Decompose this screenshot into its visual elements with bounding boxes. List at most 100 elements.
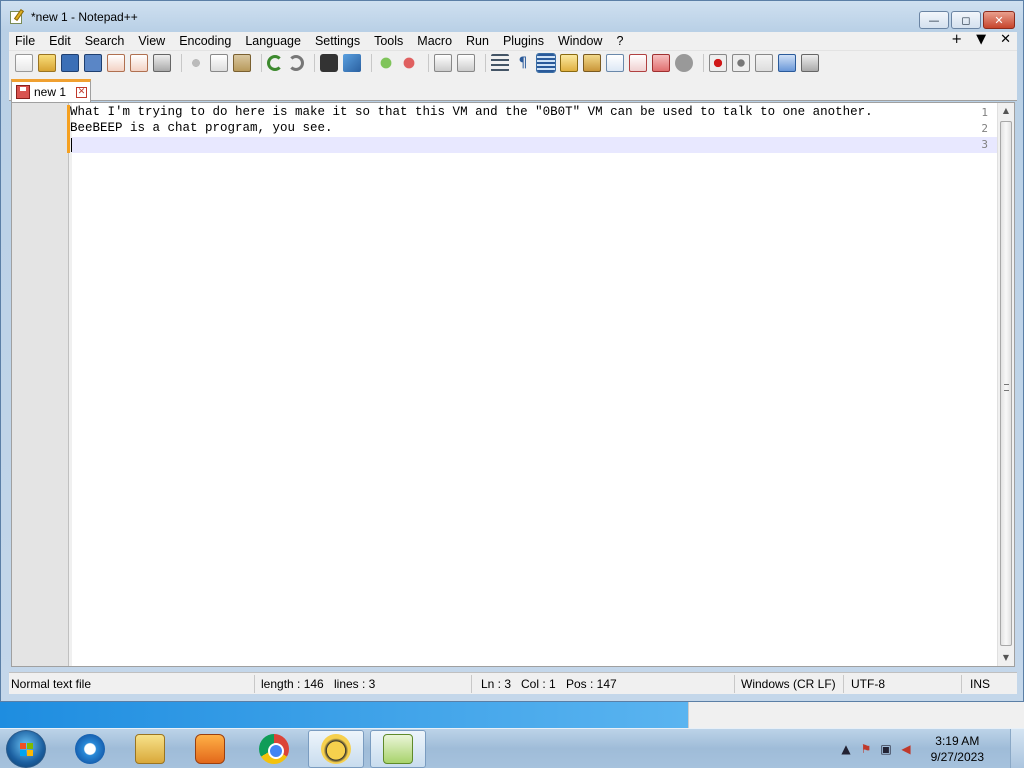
menu-macro[interactable]: Macro: [417, 34, 452, 48]
vertical-scrollbar[interactable]: ▲ ▼: [997, 103, 1014, 666]
menu-window[interactable]: Window: [558, 34, 602, 48]
menu-run[interactable]: Run: [466, 34, 489, 48]
title-bar[interactable]: *new 1 - Notepad++ — ◻ ✕: [1, 1, 1023, 33]
fold-margin[interactable]: [69, 103, 72, 666]
close-all-icon[interactable]: [130, 54, 148, 72]
print-icon[interactable]: [153, 54, 171, 72]
beebeep-icon: [321, 734, 351, 764]
sync-vertical-icon[interactable]: [434, 54, 452, 72]
menu-view[interactable]: View: [138, 34, 165, 48]
tab-close-icon[interactable]: ✕: [76, 86, 88, 98]
toolbar-separator: [181, 54, 182, 72]
menu-encoding[interactable]: Encoding: [179, 34, 231, 48]
menu-settings[interactable]: Settings: [315, 34, 360, 48]
user-language-icon[interactable]: [560, 54, 578, 72]
save-all-icon[interactable]: [84, 54, 102, 72]
doc-map-icon[interactable]: [583, 54, 601, 72]
maximize-button[interactable]: ◻: [951, 11, 981, 29]
close-document-button[interactable]: ✕: [1000, 32, 1011, 47]
taskbar-windows-explorer[interactable]: [122, 730, 178, 768]
system-tray: ▲ ⚑ ▣ ◀ 3:19 AM 9/27/2023: [834, 729, 1024, 768]
sync-horizontal-icon[interactable]: [457, 54, 475, 72]
menu-file[interactable]: File: [15, 34, 35, 48]
word-wrap-icon[interactable]: [491, 54, 509, 72]
show-desktop-button[interactable]: [1010, 729, 1024, 768]
status-length: length : 146: [261, 677, 324, 691]
current-line-highlight: [72, 137, 998, 153]
taskbar-notepad-plus-plus[interactable]: [370, 730, 426, 768]
notepad-plus-plus-icon: [383, 734, 413, 764]
line-number: 1: [981, 106, 988, 119]
record-macro-icon[interactable]: [709, 54, 727, 72]
menu-edit[interactable]: Edit: [49, 34, 71, 48]
menu-plugins[interactable]: Plugins: [503, 34, 544, 48]
status-insert-mode[interactable]: INS: [970, 677, 990, 691]
editor-line[interactable]: What I'm trying to do here is make it so…: [70, 105, 873, 119]
minimize-button[interactable]: —: [919, 11, 949, 29]
line-number: 2: [981, 122, 988, 135]
zoom-out-icon[interactable]: [400, 54, 418, 72]
show-hidden-icons-chevron-icon[interactable]: ▲: [838, 741, 854, 757]
close-button[interactable]: ✕: [983, 11, 1015, 29]
toolbar-separator: [261, 54, 262, 72]
undo-icon[interactable]: [267, 55, 283, 71]
new-tab-plus-button[interactable]: +: [951, 32, 962, 47]
menu-tools[interactable]: Tools: [374, 34, 403, 48]
indent-guide-icon[interactable]: [536, 53, 556, 73]
replace-icon[interactable]: [343, 54, 361, 72]
tab-list-dropdown-button[interactable]: ▼: [976, 32, 986, 47]
action-center-flag-icon[interactable]: ⚑: [858, 741, 874, 757]
line-number-gutter: [12, 103, 69, 666]
volume-muted-icon[interactable]: ◀: [898, 741, 914, 757]
line-number: 3: [981, 138, 988, 151]
status-encoding[interactable]: UTF-8: [851, 677, 885, 691]
taskbar-chrome[interactable]: [246, 730, 302, 768]
find-icon[interactable]: [320, 54, 338, 72]
scrollbar-thumb[interactable]: [1000, 121, 1012, 646]
status-line-number: Ln : 3: [481, 677, 512, 691]
taskbar-media-player[interactable]: [182, 730, 238, 768]
new-file-icon[interactable]: [15, 54, 33, 72]
open-file-icon[interactable]: [38, 54, 56, 72]
editor-line[interactable]: BeeBEEP is a chat program, you see.: [70, 121, 333, 135]
notepadpp-app-icon[interactable]: [9, 8, 25, 25]
tab-new-1[interactable]: new 1 ✕: [11, 79, 91, 102]
function-list-icon[interactable]: [606, 54, 624, 72]
clock[interactable]: 3:19 AM 9/27/2023: [931, 733, 984, 765]
toolbar-separator: [314, 54, 315, 72]
status-column: Col : 1: [521, 677, 556, 691]
taskbar-beebeep[interactable]: [308, 730, 364, 768]
scroll-up-arrow[interactable]: ▲: [998, 103, 1014, 119]
save-macro-icon[interactable]: [801, 54, 819, 72]
redo-icon[interactable]: [288, 55, 304, 71]
status-file-type: Normal text file: [11, 677, 92, 691]
run-multiple-icon[interactable]: [778, 54, 796, 72]
network-icon[interactable]: ▣: [878, 741, 894, 757]
start-button[interactable]: [6, 730, 46, 768]
close-icon[interactable]: [107, 54, 125, 72]
comment-icon[interactable]: [675, 54, 693, 72]
clock-time: 3:19 AM: [935, 734, 980, 748]
menu-language[interactable]: Language: [245, 34, 301, 48]
windows-logo-icon: [20, 743, 34, 757]
taskbar-internet-explorer[interactable]: [62, 730, 118, 768]
folder-workspace-icon[interactable]: [629, 54, 647, 72]
scroll-down-arrow[interactable]: ▼: [998, 650, 1014, 666]
monitoring-icon[interactable]: [652, 54, 670, 72]
clock-date: 9/27/2023: [930, 750, 984, 764]
save-icon[interactable]: [61, 54, 79, 72]
status-lines: lines : 3: [334, 677, 376, 691]
toolbar-separator: [428, 54, 429, 72]
show-all-chars-icon[interactable]: ¶: [514, 54, 532, 72]
text-editor[interactable]: 1 2 3 What I'm trying to do here is make…: [11, 102, 1015, 667]
zoom-in-icon[interactable]: [377, 54, 395, 72]
copy-icon[interactable]: [210, 54, 228, 72]
menu-search[interactable]: Search: [85, 34, 125, 48]
play-macro-icon[interactable]: [755, 54, 773, 72]
status-position: Pos : 147: [566, 677, 617, 691]
menu-help[interactable]: ?: [616, 34, 623, 48]
stop-record-icon[interactable]: [732, 54, 750, 72]
status-eol-format[interactable]: Windows (CR LF): [741, 677, 836, 691]
cut-icon[interactable]: [187, 54, 205, 72]
paste-icon[interactable]: [233, 54, 251, 72]
